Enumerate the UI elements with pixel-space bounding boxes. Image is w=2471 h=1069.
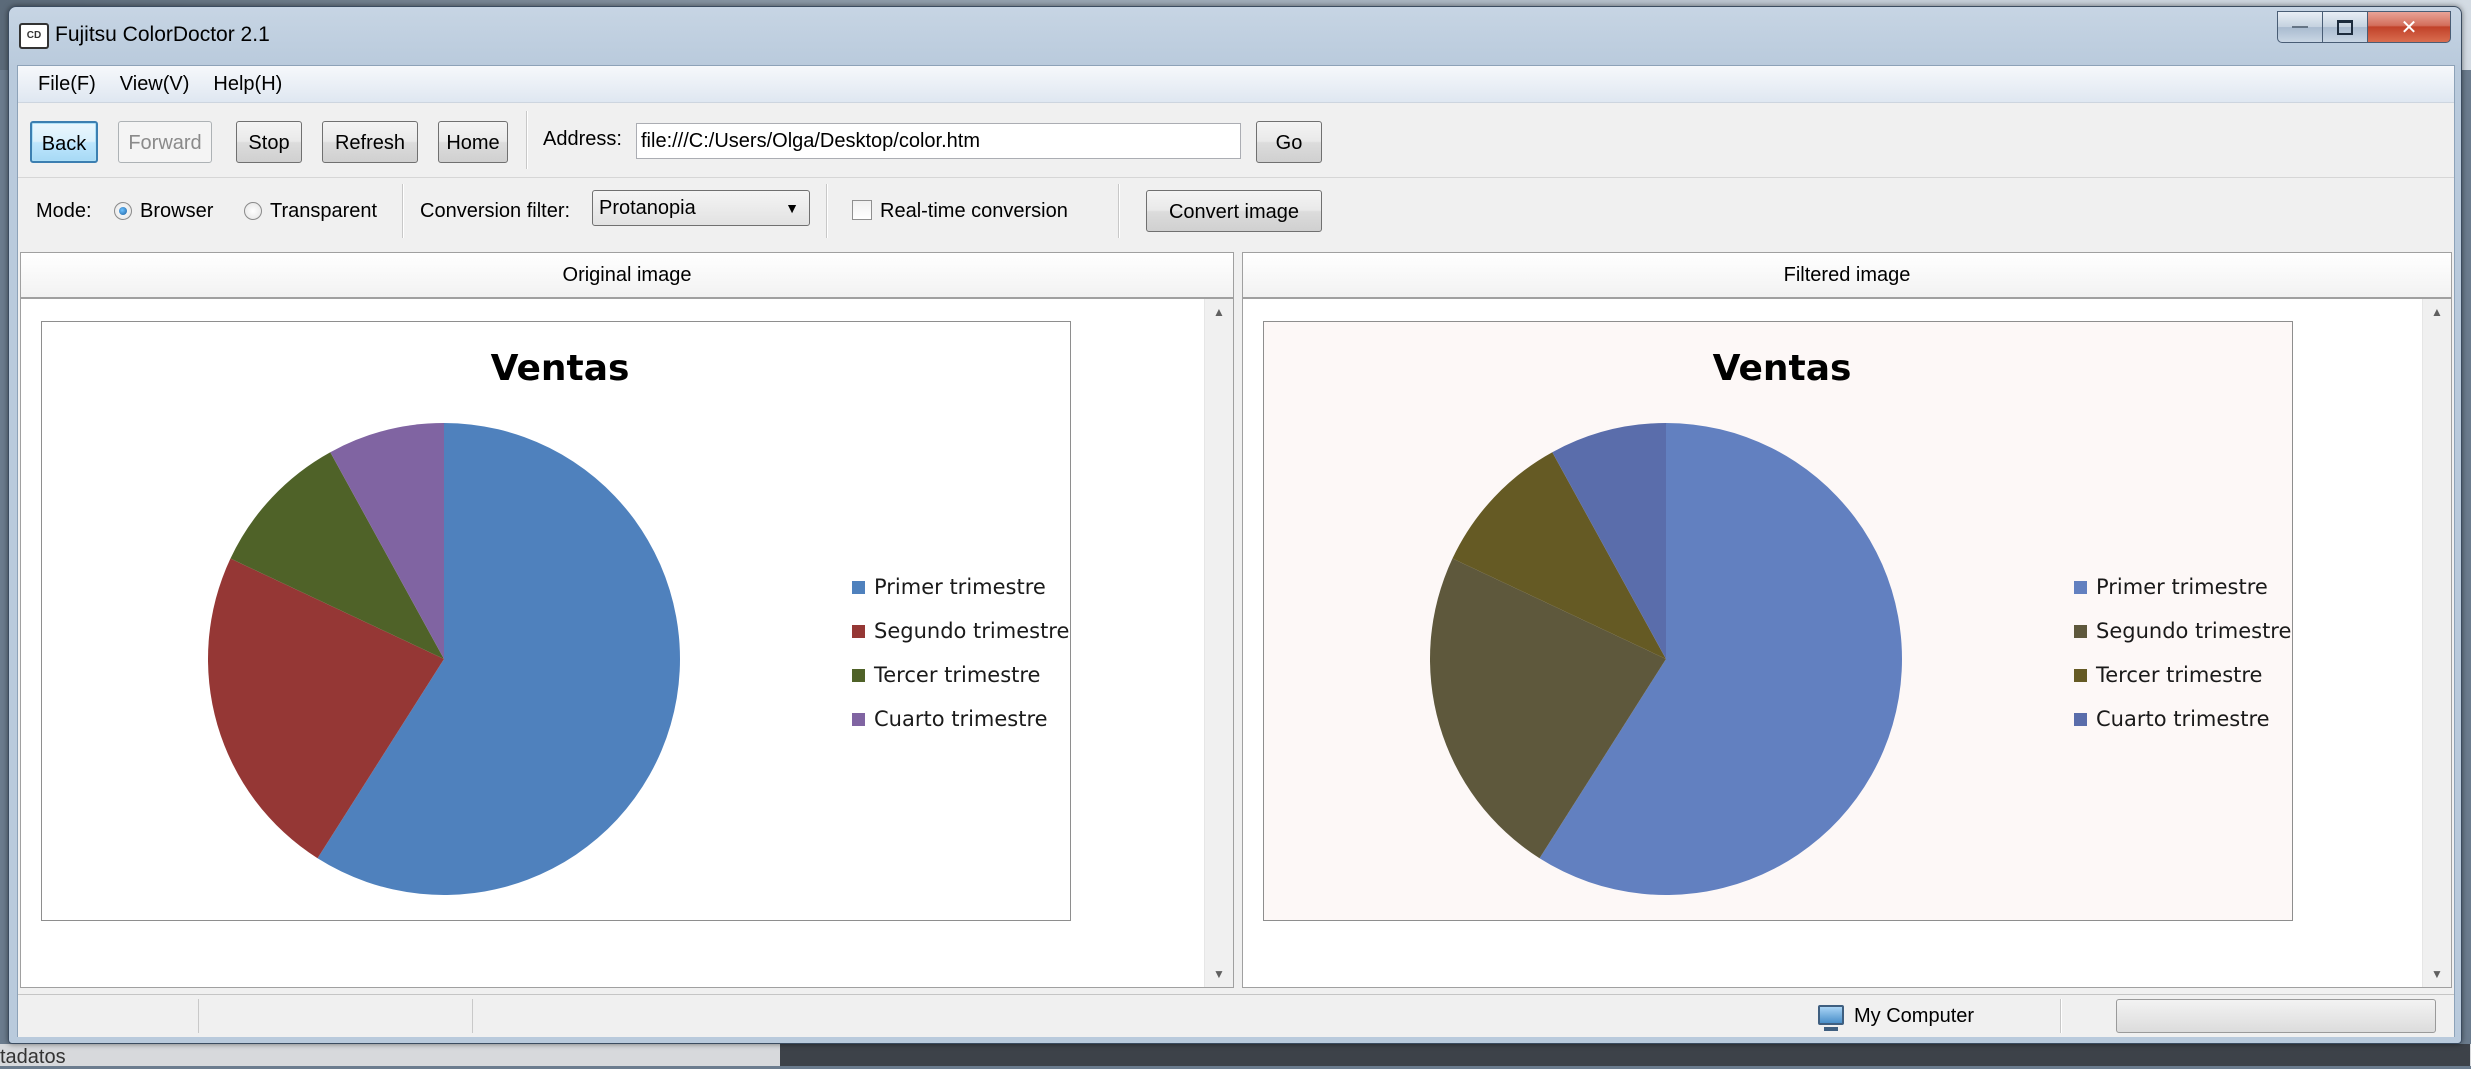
maximize-icon xyxy=(2337,19,2353,35)
mode-browser-radio[interactable] xyxy=(114,202,132,220)
mode-browser-label[interactable]: Browser xyxy=(140,200,213,223)
original-pane[interactable]: Ventas Primer trimestre Segundo trimestre T… xyxy=(20,298,1234,988)
chart-title: Ventas xyxy=(1713,348,1852,389)
pie-chart-svg: Ventas Primer trimestre Segundo trimestre T… xyxy=(208,348,1069,895)
legend-swatch-1 xyxy=(2074,581,2087,594)
home-button[interactable]: Home xyxy=(438,121,508,163)
filter-selected-value: Protanopia xyxy=(599,197,696,219)
legend-swatch-2 xyxy=(2074,625,2087,638)
pie-chart-svg: Ventas Primer trimestre Segundo trimestre T… xyxy=(1430,348,2291,895)
scroll-up-icon[interactable]: ▲ xyxy=(1205,299,1233,325)
toolbar-separator xyxy=(826,184,828,238)
title-bar[interactable]: CD Fujitsu ColorDoctor 2.1 — ✕ xyxy=(9,7,2461,65)
legend-swatch-1 xyxy=(852,581,865,594)
legend-swatch-2 xyxy=(852,625,865,638)
client-area: File(F) View(V) Help(H) Back Forward Sto… xyxy=(17,65,2455,1037)
window-title: Fujitsu ColorDoctor 2.1 xyxy=(55,23,270,46)
close-icon: ✕ xyxy=(2400,16,2418,39)
maximize-button[interactable] xyxy=(2322,11,2367,43)
desktop-dark-area xyxy=(780,1044,2470,1066)
desktop-taskbar-strip: tadatos xyxy=(0,1044,2471,1068)
computer-icon xyxy=(1818,1005,1844,1031)
filtered-chart: Ventas Primer trimestre Segundo trimestre T… xyxy=(1263,321,2293,921)
menu-bar: File(F) View(V) Help(H) xyxy=(18,66,2454,103)
status-separator xyxy=(2060,999,2062,1033)
scroll-down-icon[interactable]: ▼ xyxy=(1205,961,1233,987)
legend-label-2: Segundo trimestre xyxy=(2096,619,2291,643)
original-scrollbar[interactable]: ▲ ▼ xyxy=(1204,299,1233,987)
toolbar-separator xyxy=(402,184,404,238)
legend-label-4: Cuarto trimestre xyxy=(2096,707,2270,731)
app-icon: CD xyxy=(19,23,49,49)
toolbar-separator xyxy=(526,111,528,169)
legend-label-1: Primer trimestre xyxy=(874,575,1046,599)
original-chart: Ventas Primer trimestre Segundo trimestre T… xyxy=(41,321,1071,921)
filtered-pane[interactable]: Ventas Primer trimestre Segundo trimestre T… xyxy=(1242,298,2452,988)
minimize-icon: — xyxy=(2292,18,2308,35)
refresh-button[interactable]: Refresh xyxy=(322,121,418,163)
scroll-up-icon[interactable]: ▲ xyxy=(2423,299,2451,325)
back-button[interactable]: Back xyxy=(30,121,98,163)
mode-transparent-radio[interactable] xyxy=(244,202,262,220)
go-button[interactable]: Go xyxy=(1256,121,1322,163)
realtime-checkbox[interactable] xyxy=(852,200,872,220)
mode-label: Mode: xyxy=(36,200,92,222)
status-bar: My Computer xyxy=(18,994,2454,1037)
close-button[interactable]: ✕ xyxy=(2367,11,2451,43)
menu-help[interactable]: Help(H) xyxy=(201,73,294,96)
legend-swatch-3 xyxy=(2074,669,2087,682)
menu-view[interactable]: View(V) xyxy=(108,73,202,96)
filter-label: Conversion filter: xyxy=(420,200,571,222)
app-window: CD Fujitsu ColorDoctor 2.1 — ✕ File(F) V… xyxy=(8,6,2462,1044)
status-cell xyxy=(202,999,473,1033)
legend-label-1: Primer trimestre xyxy=(2096,575,2268,599)
legend-label-4: Cuarto trimestre xyxy=(874,707,1048,731)
caption-buttons: — ✕ xyxy=(2277,11,2451,43)
progress-bar xyxy=(2116,999,2436,1033)
legend-swatch-4 xyxy=(2074,713,2087,726)
legend-swatch-3 xyxy=(852,669,865,682)
zone-text: My Computer xyxy=(1854,1005,1975,1027)
chart-title: Ventas xyxy=(491,348,630,389)
legend-swatch-4 xyxy=(852,713,865,726)
mode-transparent-label[interactable]: Transparent xyxy=(270,200,377,223)
status-cell xyxy=(18,999,199,1033)
original-pane-header: Original image xyxy=(20,252,1234,298)
convert-image-button[interactable]: Convert image xyxy=(1146,190,1322,232)
realtime-label[interactable]: Real-time conversion xyxy=(880,200,1068,223)
address-input[interactable]: file:///C:/Users/Olga/Desktop/color.htm xyxy=(636,123,1241,159)
filter-select[interactable]: Protanopia ▼ xyxy=(592,190,810,226)
navigation-toolbar: Back Forward Stop Refresh Home Address: … xyxy=(18,103,2454,178)
minimize-button[interactable]: — xyxy=(2277,11,2322,43)
legend-label-3: Tercer trimestre xyxy=(873,663,1040,687)
stop-button[interactable]: Stop xyxy=(236,121,302,163)
conversion-toolbar: Mode: Browser Transparent Conversion fil… xyxy=(18,178,2454,248)
address-label: Address: xyxy=(543,128,622,150)
scroll-down-icon[interactable]: ▼ xyxy=(2423,961,2451,987)
legend-label-3: Tercer trimestre xyxy=(2095,663,2262,687)
filtered-pane-header: Filtered image xyxy=(1242,252,2452,298)
toolbar-separator xyxy=(1118,184,1120,238)
legend-label-2: Segundo trimestre xyxy=(874,619,1069,643)
forward-button[interactable]: Forward xyxy=(118,121,212,163)
filtered-scrollbar[interactable]: ▲ ▼ xyxy=(2422,299,2451,987)
menu-file[interactable]: File(F) xyxy=(26,73,108,96)
dropdown-arrow-icon: ▼ xyxy=(785,200,799,216)
